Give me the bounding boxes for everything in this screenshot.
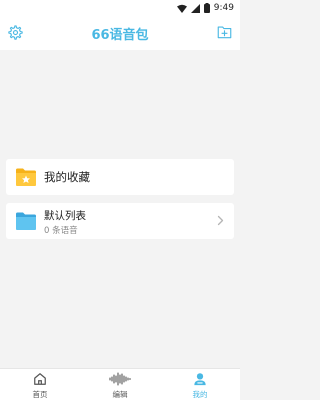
signal-icon — [190, 3, 200, 13]
home-icon — [34, 373, 46, 385]
chevron-right-icon — [217, 215, 224, 226]
app-header: 66语音包 — [0, 16, 240, 50]
nav-edit[interactable]: 编辑 — [80, 369, 160, 400]
nav-edit-label: 编辑 — [112, 390, 128, 399]
status-icons: 9:49 — [176, 2, 234, 14]
nav-home-label: 首页 — [32, 390, 48, 399]
default-list-count: 0 条语音 — [44, 226, 78, 236]
nav-home[interactable]: 首页 — [0, 369, 80, 400]
default-list-title: 默认列表 — [44, 210, 86, 222]
status-time: 9:49 — [213, 3, 234, 13]
nav-mine[interactable]: 我的 — [160, 369, 240, 400]
add-list-button[interactable] — [215, 23, 233, 41]
waveform-icon — [109, 372, 131, 386]
bottom-nav: 首页 编辑 我的 — [0, 368, 240, 400]
folder-icon — [16, 212, 36, 230]
battery-icon — [203, 3, 210, 13]
favorites-item[interactable]: 我的收藏 — [6, 159, 234, 195]
favorites-label: 我的收藏 — [44, 170, 90, 184]
wifi-icon — [176, 4, 187, 13]
nav-mine-label: 我的 — [192, 390, 208, 399]
star-folder-icon — [16, 168, 36, 186]
default-list-item[interactable]: 默认列表 0 条语音 — [6, 203, 234, 239]
user-icon — [194, 373, 206, 386]
add-folder-icon — [217, 26, 231, 39]
page-title: 66语音包 — [91, 28, 149, 43]
status-bar: 9:49 — [0, 0, 240, 16]
